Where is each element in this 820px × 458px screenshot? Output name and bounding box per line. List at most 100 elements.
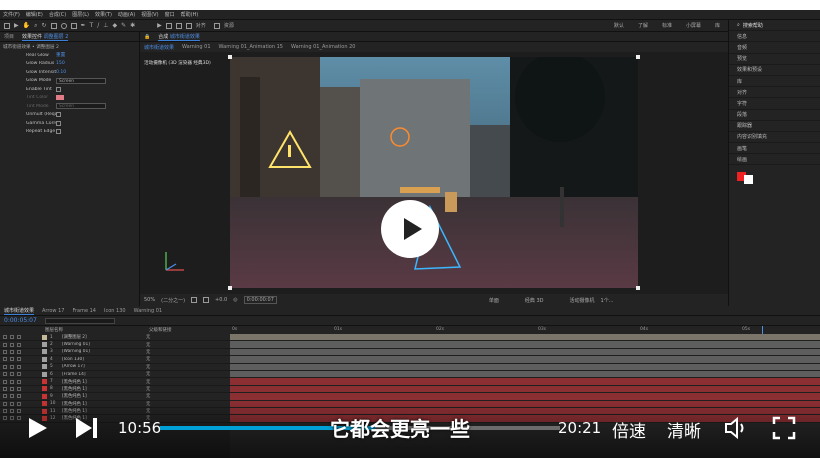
puppet-tool-icon[interactable]: ✱ (130, 22, 135, 29)
layer-visibility-toggle[interactable] (17, 364, 21, 369)
layer-visibility-toggle[interactable] (3, 364, 7, 369)
tab-composition[interactable]: 合成 城市街道效果 (158, 33, 200, 41)
view-mode-dropdown[interactable]: 单面 (489, 297, 499, 304)
extra-checkbox[interactable] (213, 22, 220, 29)
menu-item[interactable]: 视图(V) (141, 11, 158, 18)
zoom-tool-icon[interactable]: ⌕ (34, 22, 37, 30)
quality-button[interactable]: 清晰 (667, 417, 701, 442)
camera-tool-icon[interactable] (50, 22, 57, 29)
layer-track-bar[interactable] (230, 370, 820, 379)
layer-name[interactable]: [黑色纯色 1] (62, 379, 106, 385)
layer-color-label[interactable] (42, 371, 47, 377)
right-panel-item[interactable]: 库 (729, 76, 820, 88)
effect-property-checkbox[interactable] (56, 129, 61, 135)
layer-row[interactable]: 6 [Frame 14] 无 (0, 371, 230, 379)
workspace-tab[interactable]: 小屏幕 (686, 22, 701, 29)
layer-visibility-toggle[interactable] (3, 379, 7, 384)
timeline-tab[interactable]: Arrow 17 (42, 308, 64, 314)
layer-visibility-toggle[interactable] (3, 386, 7, 391)
roto-tool-icon[interactable]: ✎ (121, 22, 126, 29)
layer-color-label[interactable] (42, 342, 47, 348)
timeline-search-input[interactable] (44, 317, 115, 324)
timeline-tab[interactable]: Frame 14 (72, 308, 96, 314)
layer-track-bar[interactable] (230, 356, 820, 364)
time-ruler[interactable]: 0s 01s 02s 03s 04s 05s (230, 326, 820, 334)
layer-name[interactable]: [调整图层 2] (62, 334, 106, 340)
layer-row[interactable]: 4 [Icon 130] 无 (0, 356, 230, 364)
timeline-tab[interactable]: Warning 01 (134, 308, 163, 314)
layer-visibility-toggle[interactable] (3, 394, 7, 399)
breadcrumb-item[interactable]: 城市街道效果 (144, 44, 174, 51)
play-button[interactable] (26, 417, 50, 439)
layer-parent-dropdown[interactable]: 无 (146, 393, 186, 399)
next-button[interactable] (74, 417, 100, 439)
layer-visibility-toggle[interactable] (3, 335, 7, 340)
layer-color-label[interactable] (42, 364, 47, 370)
layer-visibility-toggle[interactable] (17, 386, 21, 391)
rotate-tool-icon[interactable]: ↻ (41, 22, 46, 29)
axis-world-icon[interactable] (165, 22, 172, 29)
stamp-tool-icon[interactable]: ⊥ (103, 22, 108, 29)
tab-project[interactable]: 项目 (4, 33, 14, 40)
breadcrumb-item[interactable]: Warning 01 (182, 44, 211, 50)
col-parent[interactable]: 父级和链接 (149, 327, 172, 333)
background-color-swatch[interactable] (744, 175, 753, 185)
views-dropdown[interactable]: 1个... (601, 297, 614, 304)
timeline-tab[interactable]: 城市街道效果 (4, 307, 35, 315)
tab-effect-controls[interactable]: 效果控件 调整图层 2 (22, 33, 69, 41)
layer-parent-dropdown[interactable]: 无 (146, 371, 186, 377)
layer-visibility-toggle[interactable] (17, 349, 21, 354)
snapshot-icon[interactable]: ◎ (233, 297, 237, 303)
right-panel-item[interactable]: 信息 (729, 31, 820, 43)
layer-row[interactable]: 8 [黑色纯色 1] 无 (0, 386, 230, 394)
layer-track-bar[interactable] (230, 385, 820, 394)
selection-tool-icon[interactable]: ▶ (14, 22, 19, 29)
layer-name[interactable]: [Frame 14] (62, 372, 106, 377)
layer-color-label[interactable] (42, 356, 47, 362)
layer-visibility-toggle[interactable] (10, 349, 14, 354)
effect-property-checkbox[interactable] (56, 120, 61, 126)
effect-property-dropdown[interactable]: Screen (56, 77, 106, 84)
exposure-value[interactable]: +0.0 (215, 297, 227, 303)
layer-visibility-toggle[interactable] (10, 357, 14, 362)
camera-dropdown[interactable]: 活动摄像机 (570, 297, 595, 304)
layer-track-bar[interactable] (230, 378, 820, 386)
menu-item[interactable]: 合成(C) (49, 11, 66, 18)
right-panel-item[interactable]: 字符 (729, 98, 820, 110)
grid-icon[interactable] (191, 297, 198, 303)
current-time-display[interactable]: 0:00:00:07 (243, 296, 277, 304)
layer-visibility-toggle[interactable] (10, 386, 14, 391)
layer-parent-dropdown[interactable]: 无 (146, 386, 186, 392)
right-panel-item[interactable]: 效果和预设 (729, 65, 820, 76)
axis-view-icon[interactable] (175, 22, 182, 29)
layer-visibility-toggle[interactable] (10, 372, 14, 377)
layer-parent-dropdown[interactable]: 无 (146, 379, 186, 385)
volume-button[interactable] (724, 416, 750, 440)
hand-tool-icon[interactable]: ✋ (23, 22, 30, 29)
menu-item[interactable]: 编辑(E) (26, 11, 43, 18)
layer-visibility-toggle[interactable] (17, 379, 21, 384)
layer-name[interactable]: [Warning 01] (62, 342, 106, 347)
home-icon[interactable] (4, 22, 10, 29)
right-panel-item[interactable]: 跟踪器 (729, 121, 820, 132)
menu-item[interactable]: 帮助(H) (181, 11, 199, 18)
right-panel-item[interactable]: 对齐 (729, 87, 820, 99)
effect-property-value[interactable]: 重置 (56, 52, 65, 58)
layer-visibility-toggle[interactable] (10, 342, 14, 347)
layer-row[interactable]: 5 [Arrow 17] 无 (0, 364, 230, 371)
pen-tool-icon[interactable]: ✒ (81, 22, 86, 29)
layer-color-label[interactable] (42, 379, 47, 385)
layer-parent-dropdown[interactable]: 无 (146, 349, 186, 355)
brush-tool-icon[interactable]: / (97, 22, 99, 29)
fullscreen-button[interactable] (772, 416, 796, 440)
layer-row[interactable]: 2 [Warning 01] 无 (0, 341, 230, 349)
menu-item[interactable]: 图层(L) (72, 11, 89, 18)
layer-track-bar[interactable] (230, 363, 820, 371)
effect-property-checkbox[interactable] (56, 112, 61, 118)
layer-color-label[interactable] (42, 386, 47, 392)
layer-visibility-toggle[interactable] (17, 357, 21, 362)
timeline-current-time[interactable]: 0:00:05:07 (4, 317, 37, 324)
transform-handle[interactable] (228, 286, 232, 290)
layer-track-bar[interactable] (230, 334, 820, 342)
layer-parent-dropdown[interactable]: 无 (146, 364, 186, 370)
